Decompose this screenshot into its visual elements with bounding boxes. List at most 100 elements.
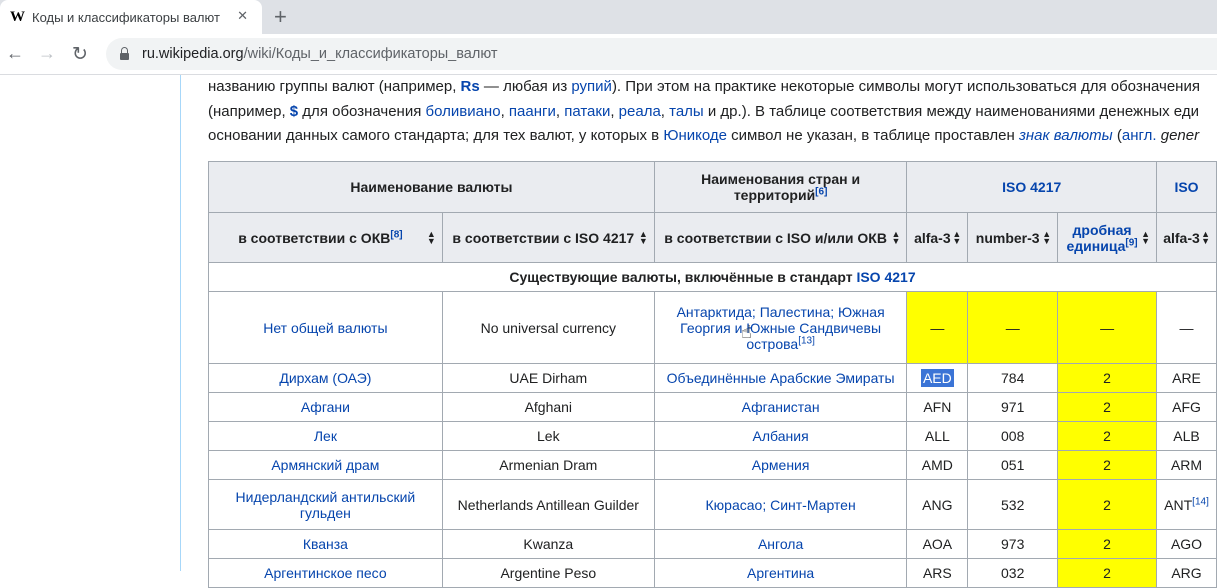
reload-icon[interactable]: ↻ — [72, 43, 88, 66]
cell-minor-unit: 2 — [1057, 558, 1158, 588]
cell-okv-name: Нидерландский антильский гульден — [208, 479, 443, 530]
column-header-alfa3-2[interactable]: alfa-3 ▲ ▼ — [1156, 212, 1217, 263]
left-sidebar — [0, 75, 181, 571]
cell-minor-unit: 2 — [1057, 392, 1158, 422]
sort-icon[interactable]: ▲ ▼ — [427, 229, 436, 245]
currency-link[interactable]: Нет общей валюты — [263, 320, 387, 336]
currency-link[interactable]: Кванза — [303, 536, 348, 552]
country-link[interactable]: Аргентина — [747, 565, 814, 581]
ref-link[interactable]: [6] — [815, 186, 827, 197]
cell-okv-name: Дирхам (ОАЭ) — [208, 363, 443, 393]
currency-sign-link[interactable]: знак валюты — [1019, 127, 1113, 144]
cell-country: Объединённые Арабские Эмираты — [653, 363, 908, 393]
close-tab-icon[interactable]: ✕ — [237, 8, 248, 24]
currency-link[interactable]: Афгани — [301, 399, 350, 415]
paanga-link[interactable]: паанги — [509, 103, 556, 120]
table-row: Нет общей валюты No universal currency Ант… — [208, 291, 1217, 364]
header-iso-link[interactable]: ISO — [1156, 161, 1217, 213]
cell-alfa3-2: ANT[14] — [1156, 479, 1217, 530]
boliviano-link[interactable]: боливиано — [426, 103, 501, 120]
sort-icon[interactable]: ▲ ▼ — [1141, 229, 1150, 245]
sort-icon[interactable]: ▲ ▼ — [1042, 229, 1051, 245]
cell-alfa3: ARS — [906, 558, 969, 588]
table-row: Аргентинское песо Argentine Peso Аргентина… — [208, 558, 1217, 588]
browser-tab[interactable]: W Коды и классификаторы валют ✕ — [0, 0, 262, 34]
currency-link[interactable]: Нидерландский антильский гульден — [236, 489, 416, 521]
cell-country: Ангола — [653, 529, 908, 559]
cell-iso-name: Netherlands Antillean Guilder — [441, 479, 655, 530]
currency-link[interactable]: Лек — [314, 428, 337, 444]
table-row: Кванза Kwanza Ангола AOA 973 2 AGO — [208, 529, 1217, 559]
sort-icon[interactable]: ▲ ▼ — [952, 229, 961, 245]
cell-iso-name: Armenian Dram — [441, 450, 655, 480]
table-row: Дирхам (ОАЭ) UAE Dirham Объединённые Арабс… — [208, 363, 1217, 393]
currency-table: Наименование валюты Наименования стран и… — [208, 161, 1217, 588]
column-header-iso-okv[interactable]: в соответствии с ISO и/или ОКВ ▲ ▼ — [653, 212, 908, 263]
cell-number3: 971 — [967, 392, 1059, 422]
header-currency-name: Наименование валюты — [208, 161, 655, 213]
dollar-link[interactable]: $ — [290, 103, 298, 120]
rupee-link[interactable]: рупий — [571, 78, 612, 95]
url-text[interactable]: ru.wikipedia.org/wiki/Коды_и_классификат… — [142, 46, 498, 62]
column-header-minor-unit[interactable]: дробная единица[9] ▲ ▼ — [1057, 212, 1158, 263]
iso4217-link[interactable]: ISO 4217 — [856, 269, 915, 285]
header-countries: Наименования стран и территорий[6] — [653, 161, 908, 213]
header-iso4217-link[interactable]: ISO 4217 — [906, 161, 1158, 213]
country-link[interactable]: Албания — [753, 428, 809, 444]
browser-toolbar: ← → ↻ ru.wikipedia.org/wiki/Коды_и_класс… — [0, 34, 1217, 75]
column-header-number3[interactable]: number-3 ▲ ▼ — [967, 212, 1059, 263]
article-text-line-2: (например, $ для обозначения боливиано, … — [208, 103, 1199, 120]
article-text-line-3: основании данных самого стандарта; для т… — [208, 127, 1200, 144]
table-row: Лек Lek Албания ALL 008 2 ALB — [208, 421, 1217, 451]
cell-number3: — — [967, 291, 1059, 364]
column-header-alfa3[interactable]: alfa-3 ▲ ▼ — [906, 212, 969, 263]
cell-minor-unit: — — [1057, 291, 1158, 364]
rs-link[interactable]: Rs — [461, 78, 480, 95]
lock-icon[interactable] — [120, 46, 129, 60]
cell-iso-name: Kwanza — [441, 529, 655, 559]
cell-alfa3-2: ARM — [1156, 450, 1217, 480]
currency-link[interactable]: Аргентинское песо — [264, 565, 386, 581]
tab-title: Коды и классификаторы валют — [32, 9, 220, 25]
currency-link[interactable]: Армянский драм — [271, 457, 379, 473]
country-link[interactable]: Ангола — [758, 536, 803, 552]
back-icon[interactable]: ← — [6, 43, 24, 64]
column-header-iso4217-name[interactable]: в соответствии с ISO 4217 ▲ ▼ — [441, 212, 655, 263]
cell-number3: 051 — [967, 450, 1059, 480]
cell-okv-name: Нет общей валюты — [208, 291, 443, 364]
cell-alfa3: ALL — [906, 421, 969, 451]
new-tab-button[interactable]: + — [274, 4, 287, 30]
section-row: Существующие валюты, включённые в станда… — [208, 262, 1217, 292]
cell-alfa3-2: — — [1156, 291, 1217, 364]
cell-country: Армения — [653, 450, 908, 480]
column-header-okv[interactable]: в соответствии с ОКВ[8] ▲ ▼ — [208, 212, 443, 263]
cell-country: Аргентина — [653, 558, 908, 588]
cell-okv-name: Лек — [208, 421, 443, 451]
mouse-cursor-icon: ☝ — [741, 322, 752, 342]
cell-alfa3: AMD — [906, 450, 969, 480]
country-link[interactable]: Антарктида; Палестина; Южная Георгия и Ю… — [677, 304, 885, 352]
cell-country: Антарктида; Палестина; Южная Георгия и Ю… — [653, 291, 908, 364]
cell-iso-name: Afghani — [441, 392, 655, 422]
cell-iso-name: No universal currency — [441, 291, 655, 364]
english-link[interactable]: англ. — [1122, 127, 1157, 144]
sort-icon[interactable]: ▲ ▼ — [892, 229, 901, 245]
address-bar[interactable]: ru.wikipedia.org/wiki/Коды_и_классификат… — [106, 38, 1217, 70]
country-link[interactable]: Армения — [752, 457, 810, 473]
pataca-link[interactable]: патаки — [564, 103, 610, 120]
sort-icon[interactable]: ▲ ▼ — [1201, 229, 1210, 245]
country-link[interactable]: Кюрасао; Синт-Мартен — [706, 497, 856, 513]
country-link[interactable]: Афганистан — [742, 399, 820, 415]
cell-number3: 784 — [967, 363, 1059, 393]
unicode-link[interactable]: Юникоде — [663, 127, 727, 144]
table-row: Нидерландский антильский гульден Netherla… — [208, 479, 1217, 530]
currency-link[interactable]: Дирхам (ОАЭ) — [279, 370, 371, 386]
forward-icon[interactable]: → — [38, 43, 56, 64]
real-link[interactable]: реала — [619, 103, 661, 120]
country-link[interactable]: Объединённые Арабские Эмираты — [667, 370, 895, 386]
cell-minor-unit: 2 — [1057, 479, 1158, 530]
cell-minor-unit: 2 — [1057, 529, 1158, 559]
sort-icon[interactable]: ▲ ▼ — [639, 229, 648, 245]
tala-link[interactable]: талы — [669, 103, 704, 120]
cell-number3: 032 — [967, 558, 1059, 588]
